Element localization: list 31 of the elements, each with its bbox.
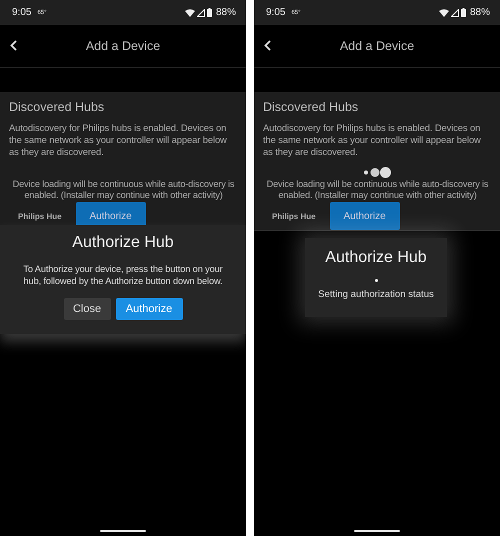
spinner-icon <box>374 279 378 282</box>
loading-text: Device loading will be continuous while auto-discovery is enabled. (Installer may continue with other activity) <box>12 179 236 201</box>
clock-time: 9:05 <box>12 7 32 18</box>
signal-icon <box>450 8 459 16</box>
wifi-icon <box>438 8 449 16</box>
screen-title: Add a Device <box>84 39 162 53</box>
dialog-title: Authorize Hub <box>72 234 174 252</box>
signal-icon <box>196 8 205 16</box>
dialog-title: Authorize Hub <box>325 249 427 267</box>
authorize-button[interactable]: Authorize <box>116 298 182 320</box>
status-text: Setting authorization status <box>318 289 434 300</box>
loading-dots-icon <box>364 166 391 178</box>
battery-icon <box>206 8 212 17</box>
wifi-icon <box>184 8 195 16</box>
battery-percentage: 88% <box>216 7 236 18</box>
screen-title: Add a Device <box>338 39 416 53</box>
hub-name: Philips Hue <box>272 212 316 220</box>
back-icon[interactable] <box>10 40 17 51</box>
close-button[interactable]: Close <box>64 298 110 320</box>
section-title: Discovered Hubs <box>9 100 106 114</box>
loading-text: Device loading will be continuous while auto-discovery is enabled. (Installer may continue with other activity) <box>266 179 490 201</box>
authorize-button[interactable]: Authorize <box>330 202 400 230</box>
dialog-message: To Authorize your device, press the button on your hub, followed by the Authorize button down below. <box>22 263 224 287</box>
back-icon[interactable] <box>264 40 271 51</box>
section-title: Discovered Hubs <box>263 100 360 114</box>
hub-name: Philips Hue <box>18 212 62 220</box>
description-text: Autodiscovery for Philips hubs is enabled. Devices on the same network as your controller will appear below as they are discovered. <box>263 122 482 158</box>
battery-icon <box>460 8 466 17</box>
clock-time: 9:05 <box>266 7 286 18</box>
battery-percentage: 88% <box>470 7 490 18</box>
description-text: Autodiscovery for Philips hubs is enabled. Devices on the same network as your controller will appear below as they are discovered. <box>9 122 228 158</box>
